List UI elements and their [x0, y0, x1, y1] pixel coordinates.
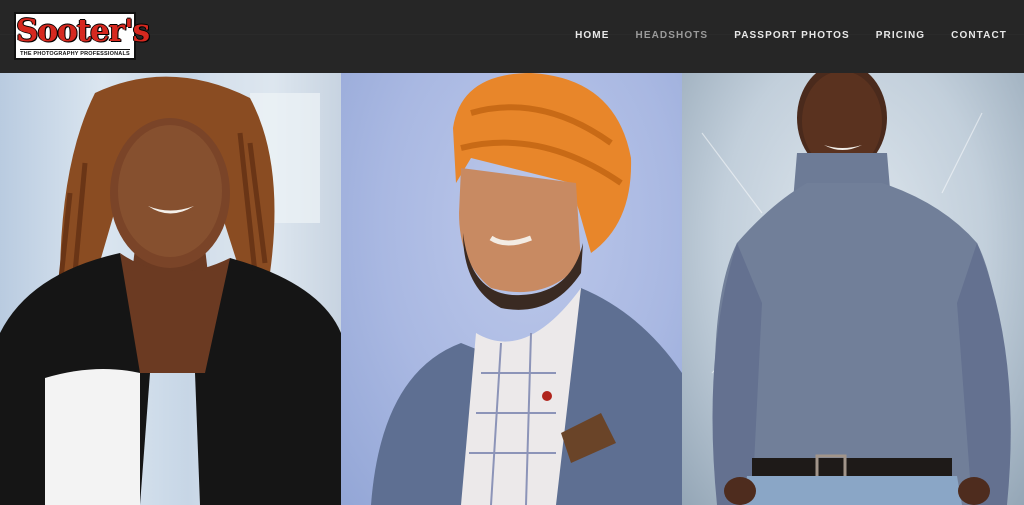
headshot-image-2 [371, 73, 682, 505]
main-nav: HOME HEADSHOTS PASSPORT PHOTOS PRICING C… [575, 30, 1007, 41]
headshot-gallery [0, 73, 1024, 505]
sooters-logo[interactable]: Sooter's THE PHOTOGRAPHY PROFESSIONALS [14, 12, 150, 60]
nav-home[interactable]: HOME [575, 30, 609, 41]
logo-tagline: THE PHOTOGRAPHY PROFESSIONALS [20, 49, 130, 57]
headshot-image-1 [0, 73, 341, 505]
site-header: Sooter's THE PHOTOGRAPHY PROFESSIONALS H… [0, 0, 1024, 73]
headshot-photo-2[interactable] [341, 73, 682, 505]
nav-contact[interactable]: CONTACT [951, 30, 1007, 41]
nav-headshots[interactable]: HEADSHOTS [636, 30, 709, 41]
headshot-photo-1[interactable] [0, 73, 341, 505]
headshot-photo-3[interactable] [682, 73, 1024, 505]
nav-passport-photos[interactable]: PASSPORT PHOTOS [734, 30, 850, 41]
headshot-image-3 [701, 73, 1011, 505]
logo-wordmark: Sooter's [16, 13, 150, 49]
nav-pricing[interactable]: PRICING [876, 30, 925, 41]
